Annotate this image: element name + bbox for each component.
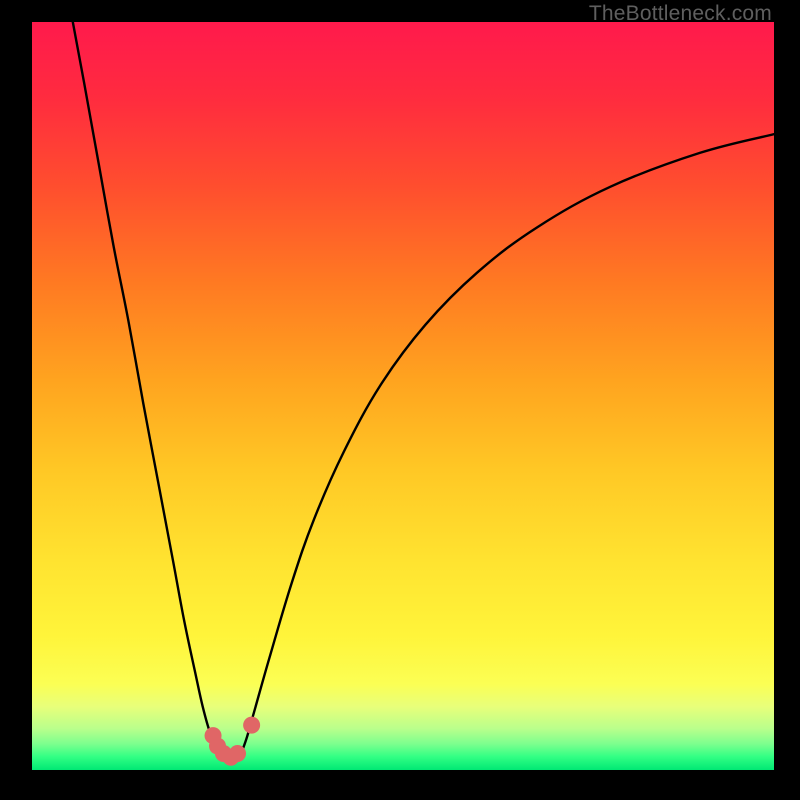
highlight-dot [229, 745, 246, 762]
chart-background-gradient [32, 22, 774, 770]
highlight-dot [243, 717, 260, 734]
chart-frame: TheBottleneck.com [0, 0, 800, 800]
chart-plot-area [32, 22, 774, 770]
watermark-text: TheBottleneck.com [589, 2, 772, 26]
chart-svg [32, 22, 774, 770]
